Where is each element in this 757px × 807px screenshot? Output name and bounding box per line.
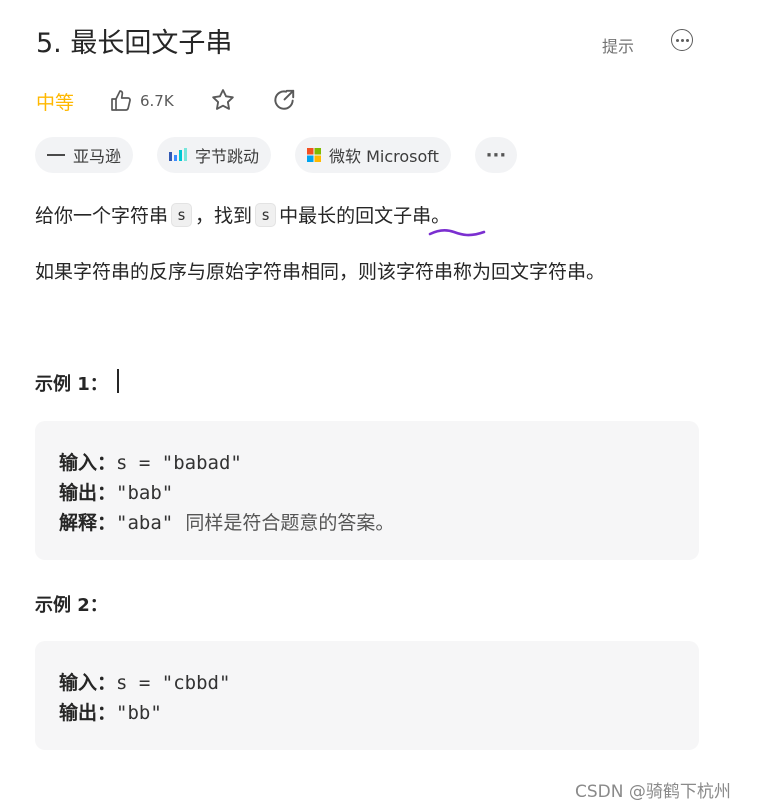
tag-label: 微软 Microsoft bbox=[329, 147, 439, 166]
problem-title: 5. 最长回文子串 bbox=[36, 28, 233, 59]
like-button[interactable]: 6.7K bbox=[109, 86, 174, 116]
input-label: 输入： bbox=[59, 452, 117, 474]
inline-code: s bbox=[171, 203, 193, 227]
output-value: "bab" bbox=[116, 482, 174, 504]
tag-bytedance[interactable]: 字节跳动 bbox=[157, 137, 272, 173]
example-2-output: 输出："bb" bbox=[59, 698, 162, 725]
desc-text: 中最长的回文子串。 bbox=[279, 205, 451, 227]
title-row: 5. 最长回文子串 提示 bbox=[36, 26, 700, 62]
more-options-icon[interactable] bbox=[671, 29, 693, 51]
output-label: 输出： bbox=[59, 482, 117, 504]
microsoft-icon bbox=[307, 148, 322, 162]
hint-button[interactable]: 提示 bbox=[602, 33, 634, 57]
difficulty-badge: 中等 bbox=[36, 92, 75, 114]
more-icon: ··· bbox=[485, 144, 507, 166]
meta-row: 中等 6.7K bbox=[36, 86, 696, 116]
example-2-input: 输入：s = "cbbd" bbox=[59, 668, 230, 695]
example-1-output: 输出："bab" bbox=[59, 478, 173, 505]
desc-text: 给你一个字符串 bbox=[35, 205, 169, 227]
example-1-explanation: 解释："aba" 同样是符合题意的答案。 bbox=[59, 508, 394, 535]
output-value: "bb" bbox=[116, 702, 162, 724]
explain-value: "aba" bbox=[116, 512, 174, 534]
share-button[interactable] bbox=[271, 87, 297, 117]
inline-code: s bbox=[255, 203, 277, 227]
explain-label: 解释： bbox=[59, 512, 117, 534]
thumbs-up-icon bbox=[111, 90, 131, 111]
star-icon bbox=[212, 89, 234, 110]
tag-microsoft[interactable]: 微软 Microsoft bbox=[295, 137, 451, 173]
description-line-2: 如果字符串的反序与原始字符串相同，则该字符串称为回文字符串。 bbox=[35, 261, 606, 283]
explain-text: 同样是符合题意的答案。 bbox=[185, 512, 395, 534]
tag-label: 亚马逊 bbox=[73, 147, 122, 166]
input-label: 输入： bbox=[59, 672, 117, 694]
tag-label: 字节跳动 bbox=[195, 147, 260, 166]
example-2-title: 示例 2： bbox=[35, 595, 108, 616]
amazon-icon bbox=[47, 151, 65, 159]
favorite-button[interactable] bbox=[210, 87, 236, 117]
handwritten-underline bbox=[428, 228, 486, 237]
example-2-box: 输入：s = "cbbd" 输出："bb" bbox=[35, 641, 699, 750]
example-1-input: 输入：s = "babad" bbox=[59, 448, 242, 475]
example-1-title: 示例 1： bbox=[35, 374, 108, 395]
output-label: 输出： bbox=[59, 702, 117, 724]
input-value: s = "cbbd" bbox=[116, 672, 231, 694]
more-tags-button[interactable]: ··· bbox=[474, 137, 517, 173]
text-cursor bbox=[117, 369, 119, 393]
tag-amazon[interactable]: 亚马逊 bbox=[35, 137, 134, 173]
input-value: s = "babad" bbox=[116, 452, 242, 474]
example-1-box: 输入：s = "babad" 输出："bab" 解释："aba" 同样是符合题意… bbox=[35, 421, 699, 560]
share-icon bbox=[274, 89, 295, 110]
description-line-1: 给你一个字符串 s ，找到 s 中最长的回文子串。 bbox=[35, 201, 450, 228]
company-tags: 亚马逊 字节跳动 微软 Microsoft ··· bbox=[35, 137, 517, 173]
like-count: 6.7K bbox=[140, 92, 174, 110]
watermark: CSDN @骑鹤下杭州 bbox=[575, 782, 731, 802]
desc-text: ，找到 bbox=[195, 205, 253, 227]
bytedance-icon bbox=[169, 147, 188, 163]
